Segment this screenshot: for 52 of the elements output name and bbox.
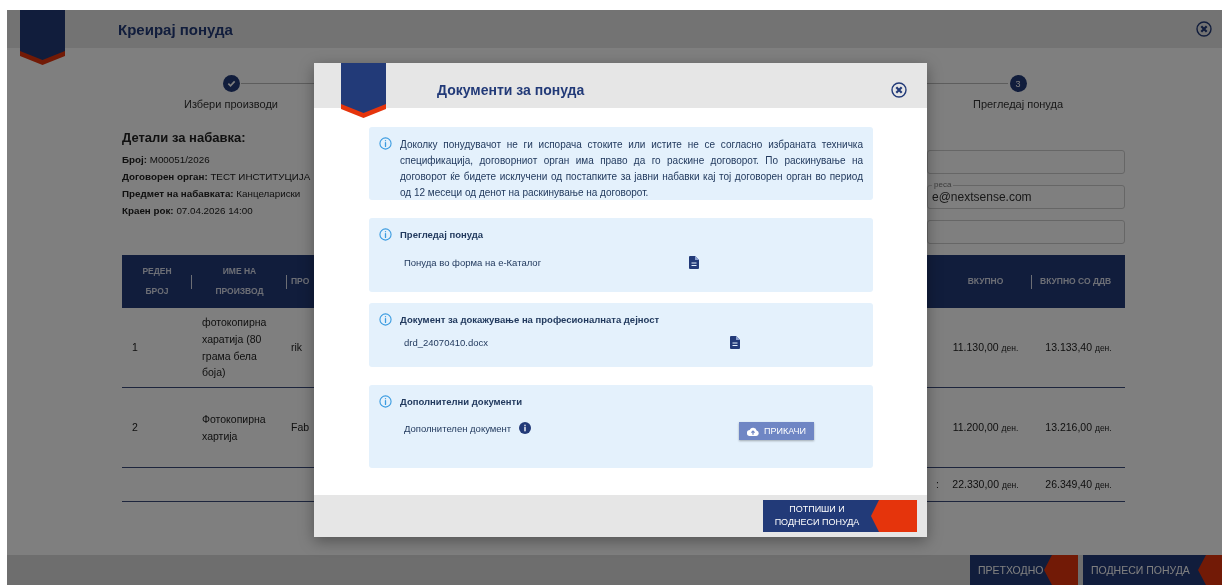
- step-label: Прегледај понуда: [972, 98, 1064, 110]
- document-name: drd_24070410.docx: [404, 337, 488, 348]
- amount-text: 22.330,00 ден.: [952, 477, 1019, 493]
- details-heading: Детали за набавка:: [122, 130, 247, 145]
- ribbon-drawing: [20, 10, 65, 68]
- section-title: Дополнителни документи: [400, 396, 523, 407]
- info-icon: [379, 395, 392, 408]
- column-header: ВКУПНО СО ДДВ: [1032, 255, 1125, 308]
- chevron-drawing: [871, 500, 917, 532]
- info-icon[interactable]: [519, 422, 532, 434]
- detail-line: Предмет на набавката: Канцелариски: [122, 188, 302, 199]
- info-icon: [379, 313, 392, 326]
- column-header: ИМЕ НА ПРОИЗВОД: [192, 255, 287, 308]
- amount-text: 13.216,00 ден.: [1045, 420, 1112, 436]
- footer-button[interactable]: ПРЕТХОДНО: [970, 555, 1078, 585]
- table-cell: 1: [122, 308, 192, 388]
- chevron-drawing: [1044, 555, 1078, 585]
- chevron-drawing: [1198, 555, 1222, 585]
- table-cell: фотокопирна харатија (80 грама бела боја): [192, 308, 287, 388]
- detail-line: Број: M00051/2026: [122, 154, 211, 165]
- section-title: Документ за докажување на професионалната дејност: [400, 314, 660, 325]
- modal-title: Документи за понуда: [437, 81, 585, 98]
- cloud-upload-icon: [747, 426, 759, 436]
- document-label: Дополнителен документ: [404, 422, 512, 434]
- detail-line: Договорен орган: ТЕСТ ИНСТИТУЦИЈА: [122, 171, 311, 182]
- document-icon[interactable]: [730, 336, 740, 349]
- check-icon: [222, 75, 240, 92]
- table-cell: 2: [122, 388, 192, 468]
- footer-button[interactable]: ПОДНЕСИ ПОНУДА: [1083, 555, 1222, 585]
- document-name: Понуда во форма на е-Каталог: [404, 257, 542, 268]
- column-header: ВКУПНО: [939, 255, 1032, 308]
- amount-text: 13.133,40 ден.: [1045, 340, 1112, 356]
- section-title: Прегледај понуда: [400, 229, 484, 240]
- step-number: 3: [1009, 75, 1027, 92]
- info-icon: [379, 137, 392, 150]
- notice-text: Доколку понудувачот не ги испорача стоките или истите не се согласно избраната техничка спецификација, договорниот орган има право да го раскине договорот. По раскинување на договорот ќе бидете исклучени од постапките за јавни набавки кај тој договорен орган во период од 12 месеци од денот на раскинување на договорот.: [400, 138, 863, 200]
- amount-text: 26.349,40 ден.: [1045, 477, 1112, 493]
- field-value: e@nextsense.com: [932, 190, 1032, 204]
- detail-line: Краен рок: 07.04.2026 14:00: [122, 205, 254, 216]
- ribbon-drawing: [341, 63, 386, 121]
- table-cell: Фотокопирна хартија: [192, 388, 287, 468]
- column-header: РЕДЕН БРОЈ: [122, 255, 192, 308]
- close-icon[interactable]: [1196, 21, 1212, 37]
- amount-text: 11.130,00 ден.: [952, 340, 1019, 356]
- submit-button[interactable]: ПОТПИШИ И ПОДНЕСИ ПОНУДА: [763, 500, 917, 532]
- document-icon[interactable]: [689, 256, 699, 269]
- page-title: Креирај понуда: [118, 20, 233, 38]
- upload-button[interactable]: ПРИКАЧИ: [739, 422, 814, 440]
- amount-text: 11.200,00 ден.: [952, 420, 1019, 436]
- close-icon[interactable]: [891, 81, 907, 98]
- info-icon: [379, 228, 392, 241]
- step-label: Избери производи: [184, 98, 278, 110]
